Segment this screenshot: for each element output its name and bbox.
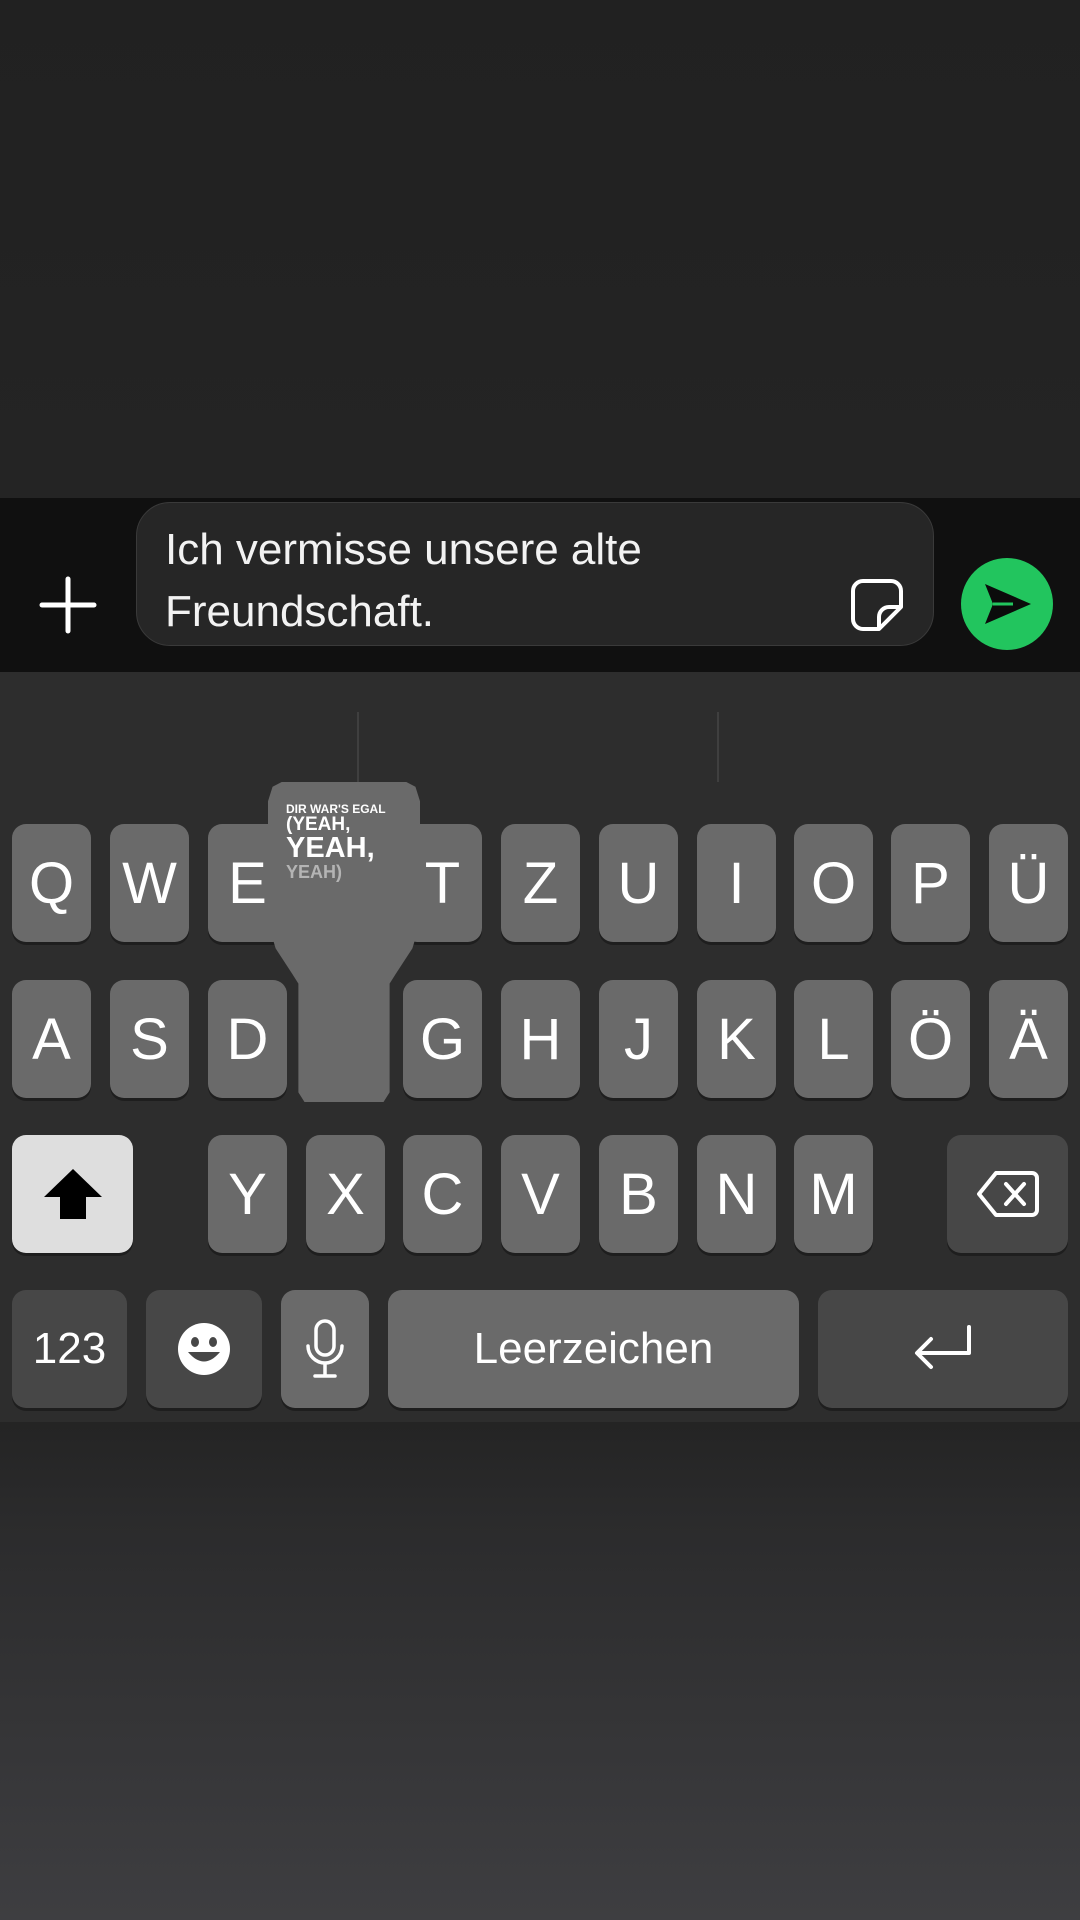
suggestion-divider (357, 712, 359, 782)
key-o[interactable]: O (794, 824, 873, 942)
key-z[interactable]: Z (501, 824, 580, 942)
key-k[interactable]: K (697, 980, 776, 1098)
message-text[interactable]: Ich vermisse unsere alte Freundschaft. (165, 519, 825, 643)
suggestion-divider (717, 712, 719, 782)
space-key[interactable]: Leerzeichen (388, 1290, 799, 1408)
sticker-icon[interactable] (849, 577, 905, 633)
message-input[interactable]: Ich vermisse unsere alte Freundschaft. (136, 502, 934, 646)
key-preview-popup: DIR WAR'S EGAL (YEAH, YEAH, YEAH) (268, 782, 420, 1102)
send-button[interactable] (961, 558, 1053, 650)
numbers-key[interactable]: 123 (12, 1290, 127, 1408)
key-x[interactable]: X (306, 1135, 385, 1253)
return-icon (915, 1325, 971, 1369)
return-key[interactable] (818, 1290, 1068, 1408)
send-icon (985, 584, 1031, 624)
key-c[interactable]: C (403, 1135, 482, 1253)
key-s[interactable]: S (110, 980, 189, 1098)
message-composer: Ich vermisse unsere alte Freundschaft. (0, 498, 1080, 672)
key-d[interactable]: D (208, 980, 287, 1098)
shift-icon (43, 1169, 102, 1219)
microphone-icon (306, 1319, 344, 1378)
key-a[interactable]: A (12, 980, 91, 1098)
keyboard: Q W E R T Z U I O P Ü A S D F G H J K L … (0, 672, 1080, 1422)
key-ue[interactable]: Ü (989, 824, 1068, 942)
emoji-key[interactable] (146, 1290, 262, 1408)
key-j[interactable]: J (599, 980, 678, 1098)
key-p[interactable]: P (891, 824, 970, 942)
key-h[interactable]: H (501, 980, 580, 1098)
key-m[interactable]: M (794, 1135, 873, 1253)
key-b[interactable]: B (599, 1135, 678, 1253)
key-ae[interactable]: Ä (989, 980, 1068, 1098)
shift-key[interactable] (12, 1135, 133, 1253)
key-u[interactable]: U (599, 824, 678, 942)
key-q[interactable]: Q (12, 824, 91, 942)
suggestion-bar (0, 672, 1080, 792)
key-oe[interactable]: Ö (891, 980, 970, 1098)
microphone-key[interactable] (281, 1290, 369, 1408)
popup-text-line: YEAH) (286, 862, 343, 882)
key-i[interactable]: I (697, 824, 776, 942)
popup-text-line: YEAH, (286, 832, 375, 864)
add-attachment-button[interactable] (28, 546, 108, 664)
plus-icon (39, 576, 97, 634)
key-v[interactable]: V (501, 1135, 580, 1253)
key-w[interactable]: W (110, 824, 189, 942)
emoji-icon (178, 1323, 230, 1375)
key-g[interactable]: G (403, 980, 482, 1098)
key-l[interactable]: L (794, 980, 873, 1098)
backspace-key[interactable] (947, 1135, 1068, 1253)
key-n[interactable]: N (697, 1135, 776, 1253)
key-y[interactable]: Y (208, 1135, 287, 1253)
backspace-icon (976, 1171, 1039, 1217)
